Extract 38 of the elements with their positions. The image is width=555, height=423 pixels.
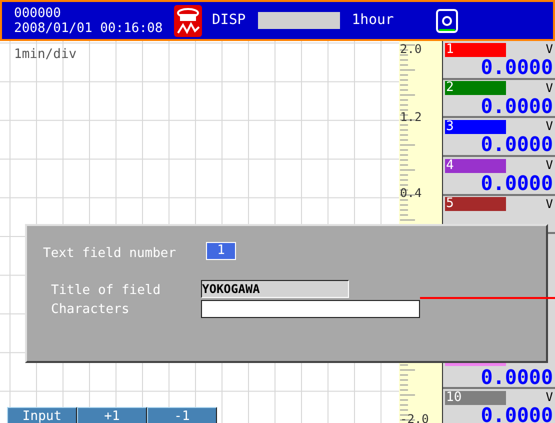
channel-tag: 3 bbox=[445, 120, 506, 134]
characters-field[interactable] bbox=[201, 300, 420, 318]
scale-label: -2.0 bbox=[400, 413, 429, 423]
mode-label: DISP bbox=[212, 11, 246, 30]
time-division-label: 1min/div bbox=[14, 46, 77, 64]
channel-tag: 10 bbox=[445, 390, 506, 405]
number-field[interactable]: 1 bbox=[206, 242, 236, 260]
field-label: Text field number bbox=[43, 245, 176, 263]
channel-tag: 5 bbox=[445, 197, 506, 212]
time-span: 1hour bbox=[352, 11, 394, 30]
field-label: Characters bbox=[51, 301, 130, 319]
soft-key[interactable]: Input bbox=[7, 407, 77, 423]
unit-label: V bbox=[546, 196, 553, 211]
unit-label: V bbox=[546, 119, 553, 134]
channel-tag: 4 bbox=[445, 158, 506, 173]
title-field[interactable]: YOKOGAWA bbox=[201, 280, 349, 298]
channel-value: 0.0000 bbox=[480, 366, 553, 386]
channel-value: 0.0000 bbox=[480, 134, 553, 154]
field-label: Title of field bbox=[51, 282, 161, 300]
unit-label: V bbox=[546, 80, 553, 95]
display-icon[interactable] bbox=[436, 8, 458, 32]
counter: 000000 bbox=[14, 6, 62, 20]
scale-label: 1.2 bbox=[400, 111, 422, 123]
soft-key[interactable]: +1 bbox=[77, 407, 147, 423]
channel-tag: 1 bbox=[445, 42, 506, 56]
channel-value: 0.0000 bbox=[480, 173, 553, 194]
date-time: 2008/01/01 00:16:08 bbox=[14, 20, 164, 36]
unit-label: V bbox=[546, 158, 553, 172]
scale-label: 2.0 bbox=[400, 43, 422, 55]
unit-label: V bbox=[546, 42, 553, 56]
channel-value: 0.0000 bbox=[480, 57, 553, 77]
unit-label: V bbox=[546, 390, 553, 404]
channel-value: 0.0000 bbox=[480, 96, 553, 116]
scale-label: 0.4 bbox=[400, 187, 422, 199]
channel-value: 0.0000 bbox=[480, 405, 553, 423]
soft-key[interactable]: -1 bbox=[147, 407, 217, 423]
stop-icon bbox=[174, 4, 202, 36]
channel-tag: 2 bbox=[445, 81, 506, 96]
